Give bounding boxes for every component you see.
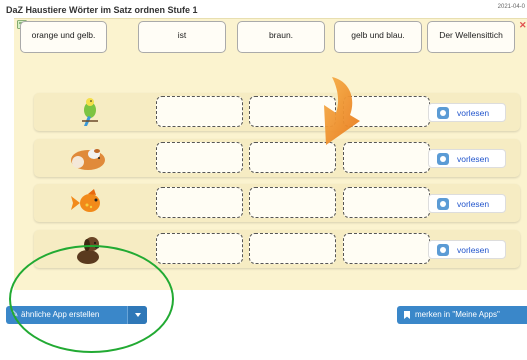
speaker-icon <box>437 244 449 256</box>
budgie-image <box>82 98 98 126</box>
bookmark-button[interactable]: merken in "Meine Apps" <box>397 306 527 324</box>
date-label: 2021-04-0 <box>497 4 525 10</box>
sentence-row: vorlesen <box>34 139 520 177</box>
word-card[interactable]: ist <box>138 21 226 53</box>
read-aloud-button[interactable]: vorlesen <box>428 194 506 213</box>
drop-zone[interactable] <box>156 142 243 173</box>
bookmark-icon <box>404 311 410 319</box>
read-aloud-label: vorlesen <box>457 245 490 255</box>
read-aloud-label: vorlesen <box>457 199 490 209</box>
word-card[interactable]: Der Wellensittich <box>427 21 515 53</box>
sentence-row: vorlesen <box>34 184 520 222</box>
create-similar-app-label: ähnliche App erstellen <box>21 310 100 319</box>
speaker-icon <box>437 153 449 165</box>
header: DaZ Haustiere Wörter im Satz ordnen Stuf… <box>0 0 527 18</box>
word-card[interactable]: orange und gelb. <box>20 21 107 53</box>
speaker-icon <box>437 107 449 119</box>
word-card[interactable]: braun. <box>237 21 325 53</box>
sentence-row: vorlesen <box>34 230 520 268</box>
word-card[interactable]: gelb und blau. <box>334 21 422 53</box>
drop-zone[interactable] <box>343 233 430 264</box>
app-area: ✕ orange und gelb. ist braun. gelb und b… <box>14 18 527 290</box>
page: DaZ Haustiere Wörter im Satz ordnen Stuf… <box>0 0 527 360</box>
page-title: DaZ Haustiere Wörter im Satz ordnen Stuf… <box>6 5 198 15</box>
drop-zone[interactable] <box>249 187 336 218</box>
read-aloud-label: vorlesen <box>457 154 490 164</box>
edit-icon: ✎ <box>11 309 19 319</box>
drop-zone[interactable] <box>156 187 243 218</box>
read-aloud-button[interactable]: vorlesen <box>428 103 506 122</box>
sentence-row: vorlesen <box>34 93 520 131</box>
close-icon[interactable]: ✕ <box>519 21 527 30</box>
create-similar-app-button[interactable]: ✎ ähnliche App erstellen <box>6 306 147 324</box>
goldfish-image <box>71 189 100 212</box>
drop-zone[interactable] <box>343 187 430 218</box>
read-aloud-button[interactable]: vorlesen <box>428 240 506 259</box>
caret-down-icon[interactable] <box>127 306 147 324</box>
footer-bar: ✎ ähnliche App erstellen merken in "Mein… <box>0 291 527 360</box>
bookmark-label: merken in "Meine Apps" <box>415 310 500 319</box>
guinea-pig-image <box>71 149 105 170</box>
speaker-icon <box>437 198 449 210</box>
drop-zone[interactable] <box>156 96 243 127</box>
dog-image <box>77 237 99 264</box>
read-aloud-label: vorlesen <box>457 108 490 118</box>
drag-hint-arrow <box>324 77 360 145</box>
drop-zone[interactable] <box>249 233 336 264</box>
drop-zone[interactable] <box>156 233 243 264</box>
read-aloud-button[interactable]: vorlesen <box>428 149 506 168</box>
